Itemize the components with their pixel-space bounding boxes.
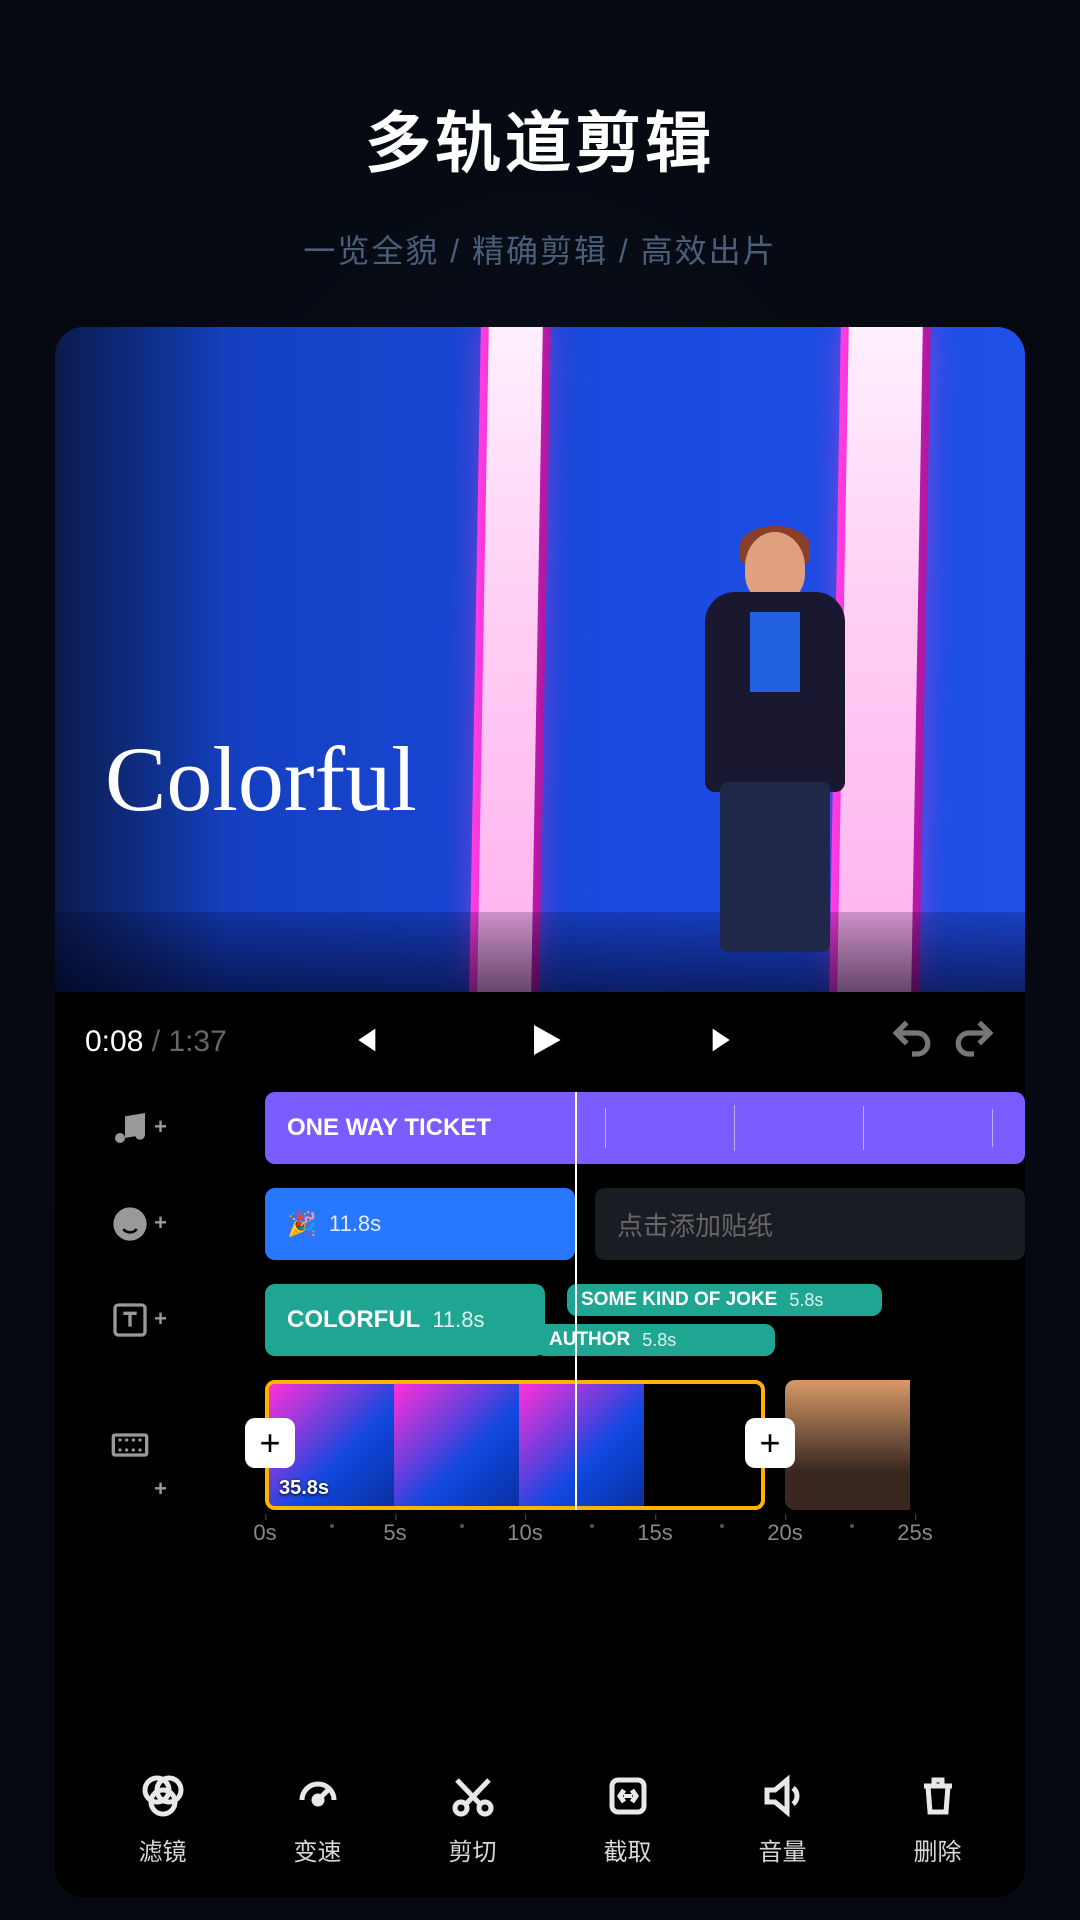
redo-button[interactable] [953,1019,995,1066]
scissors-icon [449,1772,497,1820]
sticker-placeholder[interactable]: 点击添加贴纸 [595,1188,1025,1260]
prev-button[interactable] [334,1023,394,1062]
timeline[interactable]: + ONE WAY TICKET + 🎉 11.8s 点击添加贴纸 [55,1092,1025,1570]
undo-icon [891,1019,933,1061]
video-clip-1[interactable]: 35.8s [265,1380,765,1510]
sticker-track-row: + 🎉 11.8s 点击添加贴纸 [55,1188,1025,1260]
music-clip[interactable]: ONE WAY TICKET [265,1092,1025,1164]
total-time: 1:37 [168,1025,226,1058]
page-title: 多轨道剪辑 [0,90,1080,186]
music-track-row: + ONE WAY TICKET [55,1092,1025,1164]
video-track-row: + + 35.8s + [55,1380,1025,1510]
waveform [545,1104,1025,1152]
sticker-duration: 11.8s [329,1211,381,1237]
undo-button[interactable] [891,1019,933,1066]
add-clip-before-button[interactable]: + [245,1418,295,1468]
text-clip-author[interactable]: AUTHOR 5.8s [535,1324,775,1356]
text-track-row: + COLORFUL 11.8s SOME KIND OF JOKE 5.8s … [55,1284,1025,1356]
transport-bar: 0:08 / 1:37 [55,992,1025,1092]
skip-forward-icon [707,1023,741,1057]
time-ruler[interactable]: 0s5s10s15s20s25s [55,1510,1025,1570]
playhead[interactable] [575,1092,577,1510]
play-icon [524,1020,564,1060]
editor-card: Colorful 0:08 / 1:37 [55,327,1025,1897]
add-clip-after-button[interactable]: + [745,1418,795,1468]
skip-back-icon [347,1023,381,1057]
time-display: 0:08 / 1:37 [85,1025,227,1059]
text-clip-joke[interactable]: SOME KIND OF JOKE 5.8s [567,1284,882,1316]
add-music-button[interactable]: + [55,1108,205,1148]
speed-button[interactable]: 变速 [294,1772,342,1867]
filter-icon [139,1772,187,1820]
sticker-emoji: 🎉 [287,1210,317,1239]
volume-button[interactable]: 音量 [759,1772,807,1867]
watermark-text: Colorful [105,726,417,832]
film-icon [110,1425,150,1465]
video-preview[interactable]: Colorful [55,327,1025,992]
trash-icon [914,1772,962,1820]
crop-button[interactable]: 截取 [604,1772,652,1867]
music-clip-label: ONE WAY TICKET [287,1114,491,1142]
redo-icon [953,1019,995,1061]
video-clip-2[interactable] [785,1380,1025,1510]
filter-button[interactable]: 滤镜 [139,1772,187,1867]
current-time: 0:08 [85,1025,143,1058]
music-icon [110,1108,150,1148]
volume-icon [759,1772,807,1820]
delete-button[interactable]: 删除 [914,1772,962,1867]
play-button[interactable] [514,1020,574,1065]
text-icon [110,1300,150,1340]
header: 多轨道剪辑 一览全貌 / 精确剪辑 / 高效出片 [0,0,1080,272]
crop-icon [604,1772,652,1820]
add-text-button[interactable]: + [55,1300,205,1340]
emoji-icon [110,1204,150,1244]
text-clip-colorful[interactable]: COLORFUL 11.8s [265,1284,545,1356]
next-button[interactable] [694,1023,754,1062]
speed-icon [294,1772,342,1820]
bottom-toolbar: 滤镜 变速 剪切 截取 音量 删除 [55,1742,1025,1897]
add-sticker-button[interactable]: + [55,1204,205,1244]
page-subtitle: 一览全貌 / 精确剪辑 / 高效出片 [0,226,1080,272]
video-clip-1-duration: 35.8s [279,1477,329,1500]
cut-button[interactable]: 剪切 [449,1772,497,1867]
add-video-button[interactable]: + [55,1380,205,1510]
sticker-clip[interactable]: 🎉 11.8s [265,1188,575,1260]
